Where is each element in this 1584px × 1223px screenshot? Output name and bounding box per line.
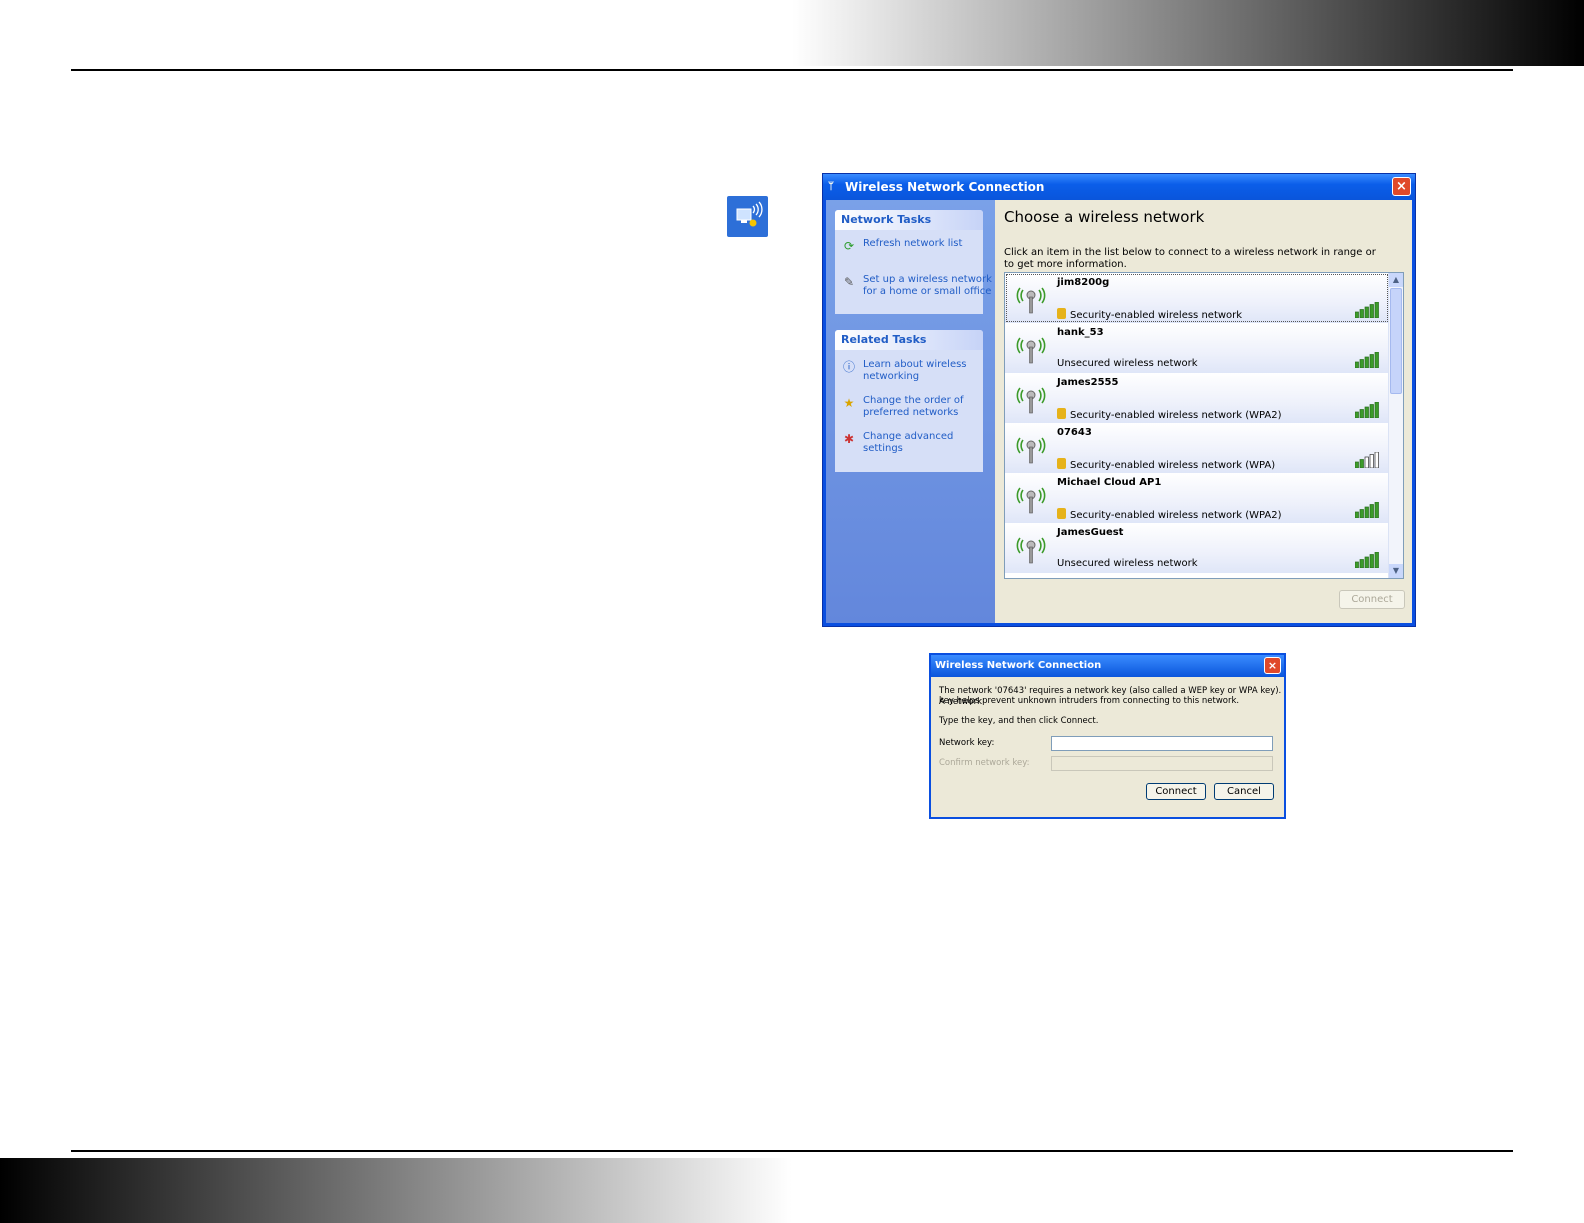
- setup-wireless-network-link[interactable]: ✎ Set up a wireless network for a home o…: [835, 274, 1003, 298]
- setup-wireless-network-label: Set up a wireless network for a home or …: [863, 274, 992, 297]
- network-list-scrollbar[interactable]: ▲ ▼: [1388, 273, 1403, 578]
- dialog-close-button[interactable]: ×: [1264, 657, 1281, 674]
- network-security-description: Security-enabled wireless network (WPA2): [1057, 408, 1282, 421]
- refresh-network-list-label: Refresh network list: [863, 238, 963, 249]
- dialog-titlebar: Wireless Network Connection ×: [931, 655, 1284, 677]
- network-name: 07643: [1057, 427, 1092, 438]
- dialog-cancel-button[interactable]: Cancel: [1214, 783, 1274, 800]
- page-heading: Choose a wireless network: [1004, 208, 1205, 226]
- footer-gradient-band: [0, 1158, 1584, 1223]
- network-description-text: Security-enabled wireless network (WPA2): [1070, 410, 1282, 421]
- network-key-label: Network key:: [939, 738, 995, 748]
- network-row[interactable]: JamesGuest Unsecured wireless network: [1005, 523, 1389, 573]
- lock-icon: [1057, 508, 1066, 519]
- dialog-title: Wireless Network Connection: [935, 660, 1102, 671]
- wireless-antenna-icon: [1015, 433, 1047, 465]
- dialog-message-line2: key helps prevent unknown intruders from…: [939, 696, 1240, 706]
- network-row[interactable]: James2555 Security-enabled wireless netwo…: [1005, 373, 1389, 423]
- dialog-connect-button[interactable]: Connect: [1146, 783, 1206, 800]
- dialog-prompt: Type the key, and then click Connect.: [939, 716, 1099, 726]
- signal-strength-icon: [1354, 501, 1381, 519]
- change-order-label: Change the order of preferred networks: [863, 395, 964, 418]
- wireless-network-list[interactable]: jim8200g Security-enabled wireless networ…: [1004, 272, 1404, 579]
- network-key-input[interactable]: [1051, 736, 1273, 751]
- scroll-thumb[interactable]: [1390, 288, 1402, 394]
- wireless-network-tray-icon[interactable]: [727, 196, 768, 237]
- wireless-antenna-icon: [1015, 483, 1047, 515]
- learn-about-wireless-link[interactable]: ⓘ Learn about wireless networking: [835, 359, 979, 383]
- network-row[interactable]: hank_53 Unsecured wireless network: [1005, 323, 1389, 373]
- network-tasks-panel: Network Tasks ⟳ Refresh network list ✎ S…: [835, 210, 992, 314]
- wireless-antenna-icon: [1015, 533, 1047, 565]
- network-description-text: Unsecured wireless network: [1057, 558, 1198, 569]
- task-pane: Network Tasks ⟳ Refresh network list ✎ S…: [826, 200, 995, 623]
- change-order-preferred-networks-link[interactable]: ★ Change the order of preferred networks: [835, 395, 979, 419]
- network-name: hank_53: [1057, 327, 1104, 338]
- settings-icon: ✱: [843, 432, 855, 446]
- top-divider: [71, 69, 1513, 71]
- info-icon: ⓘ: [842, 360, 855, 374]
- signal-strength-icon: [1354, 551, 1381, 569]
- refresh-network-list-link[interactable]: ⟳ Refresh network list: [835, 238, 983, 262]
- scroll-up-icon[interactable]: ▲: [1389, 273, 1403, 287]
- wireless-network-connection-window: ᛘ Wireless Network Connection × Network …: [822, 173, 1416, 627]
- change-advanced-settings-link[interactable]: ✱ Change advanced settings: [835, 431, 979, 455]
- related-tasks-header: Related Tasks: [835, 330, 983, 350]
- scroll-down-icon[interactable]: ▼: [1389, 564, 1403, 578]
- confirm-network-key-label: Confirm network key:: [939, 758, 1030, 768]
- network-security-description: Security-enabled wireless network: [1057, 308, 1242, 321]
- header-gradient-band: [0, 0, 1584, 66]
- star-icon: ★: [843, 396, 855, 410]
- refresh-icon: ⟳: [843, 239, 855, 253]
- wireless-antenna-icon: ᛘ: [828, 181, 834, 192]
- instruction-text: Click an item in the list below to conne…: [1004, 247, 1376, 270]
- network-row[interactable]: Michael Cloud AP1 Security-enabled wirele…: [1005, 473, 1389, 523]
- lock-icon: [1057, 408, 1066, 419]
- signal-strength-icon: [1354, 401, 1381, 419]
- lock-icon: [1057, 458, 1066, 469]
- network-security-description: Unsecured wireless network: [1057, 358, 1198, 369]
- network-description-text: Security-enabled wireless network: [1070, 310, 1243, 321]
- window-titlebar: ᛘ Wireless Network Connection ×: [823, 174, 1415, 200]
- connect-button[interactable]: Connect: [1339, 590, 1405, 609]
- network-name: James2555: [1057, 377, 1119, 388]
- confirm-network-key-input[interactable]: [1051, 756, 1273, 771]
- network-row[interactable]: 07643 Security-enabled wireless network (…: [1005, 423, 1389, 473]
- lock-icon: [1057, 308, 1066, 319]
- change-advanced-settings-label: Change advanced settings: [863, 431, 954, 454]
- learn-about-wireless-label: Learn about wireless networking: [863, 359, 967, 382]
- network-list-pane: Choose a wireless network Click an item …: [995, 200, 1412, 623]
- close-button[interactable]: ×: [1392, 177, 1411, 196]
- network-security-description: Security-enabled wireless network (WPA): [1057, 458, 1275, 471]
- network-description-text: Security-enabled wireless network (WPA2): [1070, 510, 1282, 521]
- network-key-dialog: Wireless Network Connection × The networ…: [929, 653, 1286, 819]
- setup-wireless-icon: ✎: [843, 275, 855, 289]
- wireless-antenna-icon: [1015, 383, 1047, 415]
- related-tasks-panel: Related Tasks ⓘ Learn about wireless net…: [835, 330, 983, 472]
- signal-strength-icon: [1354, 451, 1381, 469]
- network-description-text: Unsecured wireless network: [1057, 358, 1198, 369]
- network-row[interactable]: jim8200g Security-enabled wireless networ…: [1005, 273, 1389, 323]
- wireless-antenna-icon: [1015, 283, 1047, 315]
- bottom-divider: [71, 1150, 1513, 1152]
- window-title: Wireless Network Connection: [845, 180, 1045, 194]
- network-tasks-header: Network Tasks: [835, 210, 983, 230]
- network-security-description: Unsecured wireless network: [1057, 558, 1198, 569]
- signal-strength-icon: [1354, 301, 1381, 319]
- network-security-description: Security-enabled wireless network (WPA2): [1057, 508, 1282, 521]
- signal-strength-icon: [1354, 351, 1381, 369]
- network-name: jim8200g: [1057, 277, 1110, 288]
- network-name: JamesGuest: [1057, 527, 1124, 538]
- network-description-text: Security-enabled wireless network (WPA): [1070, 460, 1276, 471]
- network-name: Michael Cloud AP1: [1057, 477, 1162, 488]
- wireless-antenna-icon: [1015, 333, 1047, 365]
